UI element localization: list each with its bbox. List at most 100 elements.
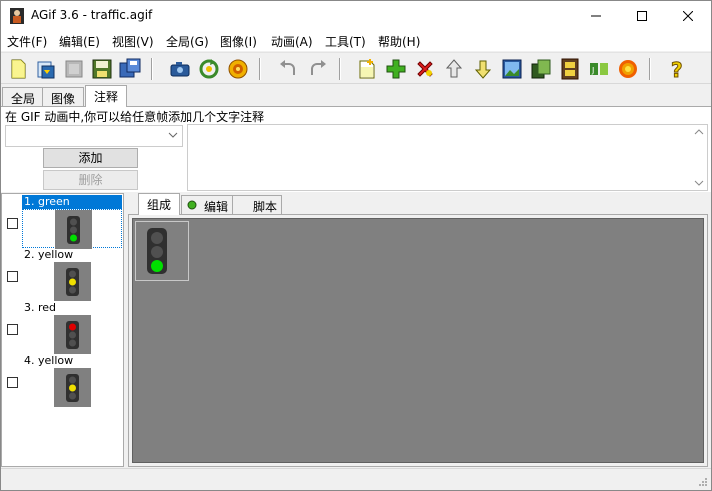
save-as-button[interactable] <box>118 57 142 81</box>
canvas-frame-preview[interactable] <box>135 221 189 281</box>
help-button[interactable]: ? <box>665 57 689 83</box>
add-button[interactable] <box>384 57 408 81</box>
gift-button[interactable] <box>226 57 250 81</box>
sun-button[interactable] <box>616 57 640 81</box>
scroll-up-icon[interactable] <box>694 128 704 136</box>
tab-edit-label: 编辑 <box>204 200 229 214</box>
new-frame-button[interactable] <box>355 57 379 81</box>
comment-panel: 在 GIF 动画中,你可以给任意帧添加几个文字注释 添加 删除 <box>1 106 711 192</box>
frame-label-2[interactable]: 2. yellow <box>22 248 75 262</box>
optimize-icon: J <box>590 63 608 75</box>
delete-icon <box>417 61 433 77</box>
help-icon: ? <box>671 58 684 83</box>
frame-thumb-3[interactable] <box>22 315 122 354</box>
menu-global[interactable]: 全局(G) <box>166 33 209 50</box>
tab-global[interactable]: 全局 <box>2 87 45 107</box>
disabled-icon <box>65 60 83 78</box>
frame-checkbox-1[interactable] <box>7 218 18 229</box>
menu-image[interactable]: 图像(I) <box>220 33 257 50</box>
menu-view[interactable]: 视图(V) <box>112 33 154 50</box>
copy-button[interactable] <box>529 57 553 81</box>
film-button[interactable] <box>558 57 582 81</box>
toolbar-separator <box>649 58 651 80</box>
toolbar-separator <box>259 58 261 80</box>
comment-textarea[interactable] <box>187 124 708 191</box>
image-button[interactable] <box>500 57 524 81</box>
resize-grip-icon[interactable] <box>698 477 708 487</box>
optimize-button[interactable]: J <box>587 57 611 81</box>
svg-text:J: J <box>591 66 594 75</box>
open-button[interactable] <box>34 57 58 81</box>
copy-icon <box>531 59 551 79</box>
frame-label-4[interactable]: 4. yellow <box>22 354 75 368</box>
redo-icon <box>311 60 326 75</box>
comment-combo[interactable] <box>5 125 183 147</box>
chevron-down-icon <box>168 132 178 138</box>
top-tab-strip: 全局 图像 注释 <box>1 85 711 107</box>
traffic-light-icon <box>147 228 167 274</box>
menu-bar: 文件(F) 编辑(E) 视图(V) 全局(G) 图像(I) 动画(A) 工具(T… <box>1 31 711 51</box>
save-as-icon <box>119 58 141 78</box>
green-dot-icon <box>187 200 197 210</box>
add-icon <box>386 59 406 79</box>
minimize-button[interactable] <box>573 1 619 31</box>
new-button[interactable] <box>6 57 30 81</box>
menu-tools[interactable]: 工具(T) <box>325 33 366 50</box>
frame-checkbox-4[interactable] <box>7 377 18 388</box>
traffic-light-icon <box>67 216 80 244</box>
maximize-button[interactable] <box>619 1 665 31</box>
new-file-icon <box>11 59 26 79</box>
tab-comment[interactable]: 注释 <box>85 85 128 107</box>
refresh-button[interactable] <box>197 57 221 81</box>
gift-icon <box>228 59 248 79</box>
frame-label-1[interactable]: 1. green <box>22 195 122 209</box>
save-button[interactable] <box>90 57 114 81</box>
disabled-button[interactable] <box>62 57 86 81</box>
animation-canvas[interactable] <box>132 218 704 463</box>
close-button[interactable] <box>665 1 711 31</box>
undo-button[interactable] <box>276 57 300 81</box>
menu-file[interactable]: 文件(F) <box>7 33 47 50</box>
frame-thumb-bg <box>54 262 91 301</box>
new-frame-icon <box>359 59 375 79</box>
svg-text:?: ? <box>671 58 683 81</box>
app-icon <box>10 8 24 24</box>
frame-checkbox-2[interactable] <box>7 271 18 282</box>
title-bar: AGif 3.6 - traffic.agif <box>1 1 711 31</box>
frame-label-3[interactable]: 3. red <box>22 301 58 315</box>
frames-list: 1. green 2. yellow 3. red 4. yellow <box>1 193 124 467</box>
tab-edit[interactable]: 编辑 <box>181 195 238 215</box>
camera-button[interactable] <box>168 57 192 81</box>
editor-tab-strip: 组成 编辑 脚本 <box>128 193 708 215</box>
menu-help[interactable]: 帮助(H) <box>378 33 420 50</box>
frame-thumb-4[interactable] <box>22 368 122 407</box>
menu-animation[interactable]: 动画(A) <box>271 33 313 50</box>
scroll-down-icon[interactable] <box>694 179 704 187</box>
tab-compose[interactable]: 组成 <box>138 193 181 215</box>
traffic-light-icon <box>66 268 79 296</box>
frame-thumb-2[interactable] <box>22 262 122 301</box>
redo-button[interactable] <box>306 57 330 81</box>
delete-comment-button[interactable]: 删除 <box>43 170 138 190</box>
frame-thumb-1[interactable] <box>22 209 122 249</box>
comment-hint: 在 GIF 动画中,你可以给任意帧添加几个文字注释 <box>5 110 265 124</box>
move-up-button[interactable] <box>442 57 466 81</box>
frame-checkbox-3[interactable] <box>7 324 18 335</box>
tab-image[interactable]: 图像 <box>42 87 85 107</box>
tab-script[interactable]: 脚本 <box>232 195 283 215</box>
traffic-light-icon <box>66 374 79 402</box>
image-icon <box>502 59 522 79</box>
open-file-icon <box>37 61 55 79</box>
window-title: AGif 3.6 - traffic.agif <box>31 8 153 22</box>
add-comment-button[interactable]: 添加 <box>43 148 138 168</box>
status-bar <box>1 468 711 490</box>
move-down-button[interactable] <box>471 57 495 81</box>
toolbar: J ? <box>1 52 711 84</box>
refresh-icon <box>199 59 219 79</box>
toolbar-separator <box>151 58 153 80</box>
delete-button[interactable] <box>413 57 437 81</box>
film-icon <box>561 58 579 80</box>
compose-area <box>128 214 708 467</box>
move-down-icon <box>474 60 492 79</box>
menu-edit[interactable]: 编辑(E) <box>59 33 100 50</box>
